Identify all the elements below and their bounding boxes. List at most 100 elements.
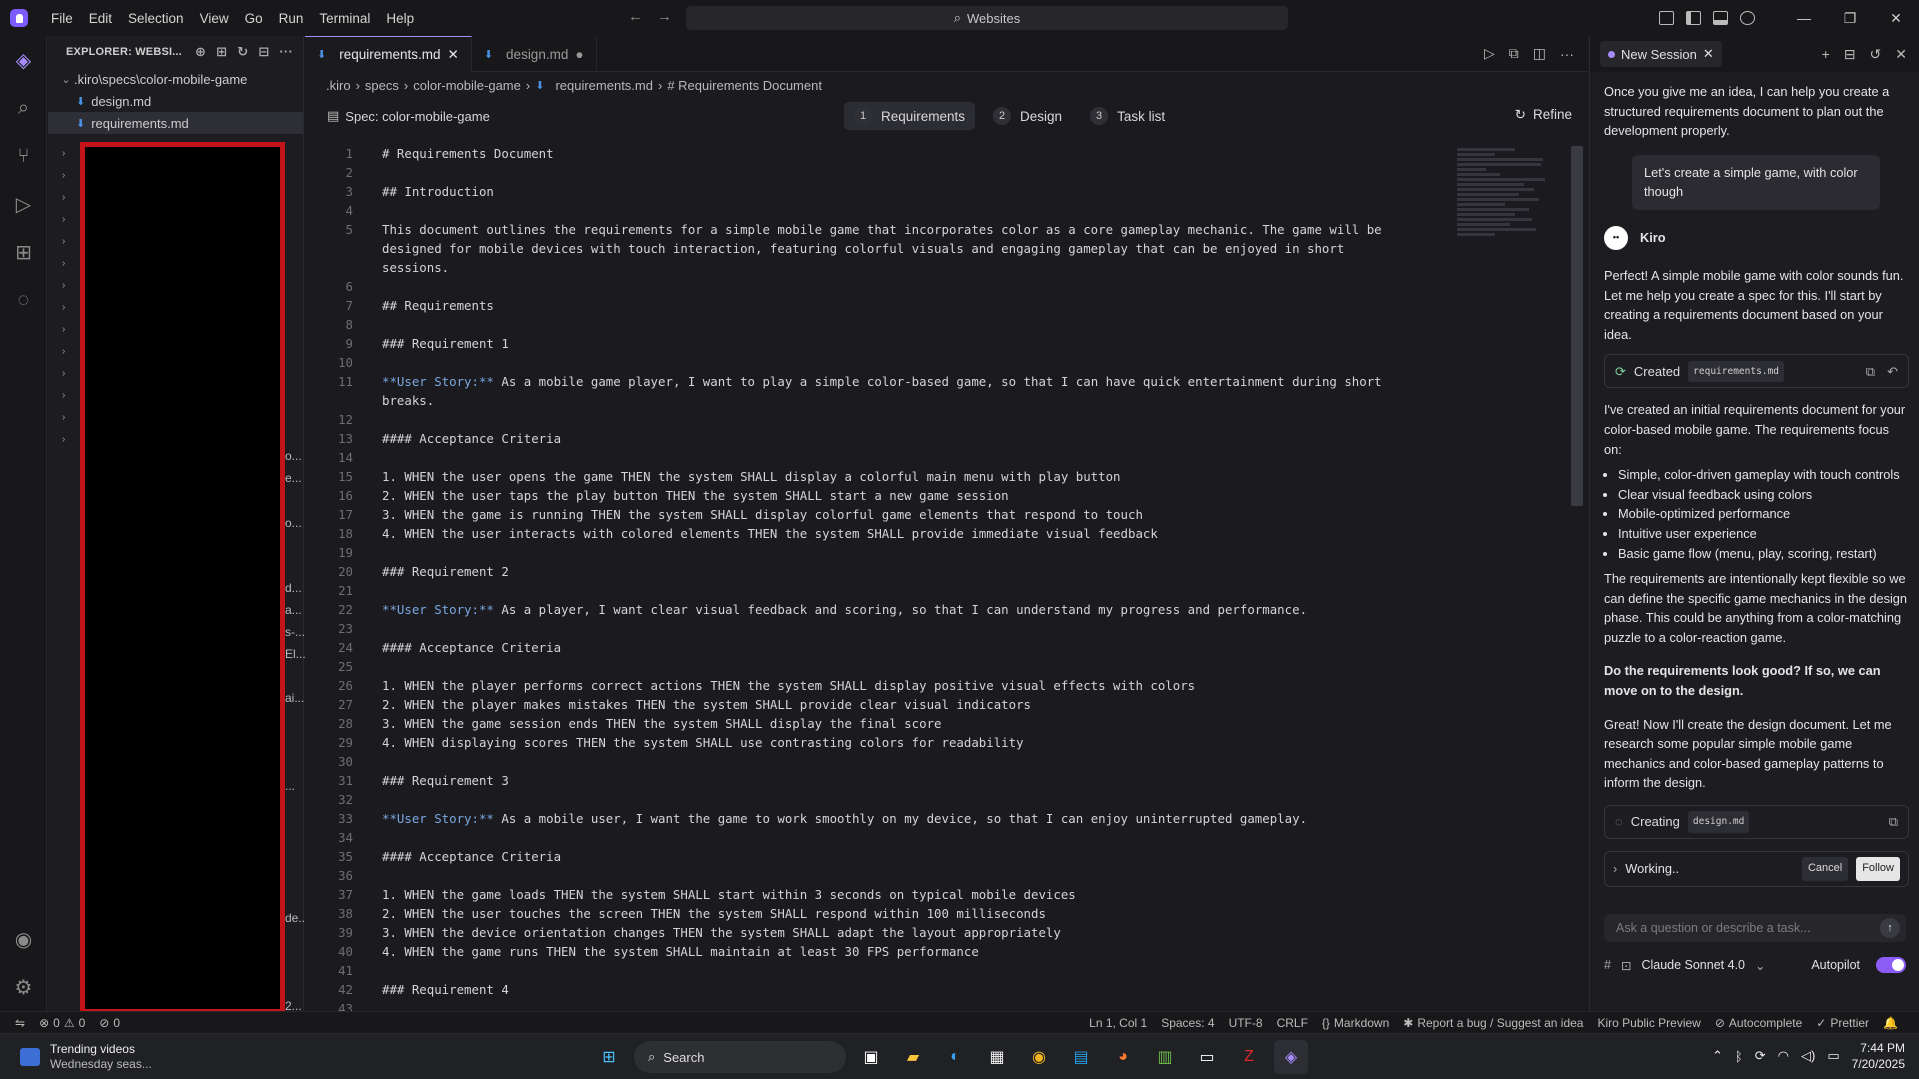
creating-file-card[interactable]: ◌ Creating design.md ⧉ [1604,805,1909,840]
more-icon[interactable]: ··· [279,44,293,60]
run-icon[interactable]: ▷ [1484,45,1495,62]
refine-button[interactable]: ↻ Refine [1515,107,1572,123]
customize-layout-icon[interactable] [1659,11,1674,25]
send-arrow-icon[interactable]: ↑ [1880,918,1900,938]
menu-selection[interactable]: Selection [121,7,191,30]
chat-session-tab[interactable]: New Session ✕ [1600,41,1722,67]
file-explorer-icon[interactable]: ▰ [896,1040,930,1074]
menu-edit[interactable]: Edit [82,7,119,30]
step-design[interactable]: 2 Design [983,102,1072,130]
menu-help[interactable]: Help [379,7,421,30]
refresh-icon[interactable]: ↻ [237,44,248,60]
store-icon[interactable]: ▦ [980,1040,1014,1074]
prettier[interactable]: ✓ Prettier [1809,1016,1876,1030]
history-icon[interactable]: ⊟ [1844,46,1856,63]
terminal-icon[interactable]: ▭ [1190,1040,1224,1074]
search-icon[interactable]: ⌕ [0,84,47,132]
run-debug-icon[interactable]: ▷ [0,180,47,228]
close-icon[interactable]: ✕ [448,47,459,63]
sync-icon[interactable]: ⟳ [1755,1048,1766,1064]
encoding[interactable]: UTF-8 [1222,1016,1270,1030]
bell-icon[interactable]: 🔔 [1876,1016,1905,1030]
diff-icon[interactable]: ⧉ [1889,812,1898,832]
menu-file[interactable]: File [44,7,80,30]
public-preview[interactable]: Kiro Public Preview [1590,1016,1707,1030]
minimize-button[interactable]: — [1781,0,1827,36]
account-icon[interactable]: ◉ [0,915,47,963]
source-control-icon[interactable]: ⑂ [0,132,47,180]
close-icon[interactable]: ✕ [1703,46,1714,62]
diff-icon[interactable]: ⧉ [1866,362,1875,382]
close-window-button[interactable]: ✕ [1873,0,1919,36]
code-editor[interactable]: 1 # Requirements Document 2 3 ## Introductio… [305,144,1465,1016]
plus-icon[interactable]: + [1822,46,1830,63]
chevron-up-icon[interactable]: ⌃ [1712,1048,1723,1064]
close-icon[interactable]: ✕ [1895,46,1907,63]
back-arrow-icon[interactable]: ← [628,8,643,25]
taskbar-search[interactable]: ⌕ Search [634,1041,846,1073]
breadcrumb-item[interactable]: color-mobile-game [413,78,521,93]
indentation[interactable]: Spaces: 4 [1154,1016,1221,1030]
tree-file-requirements[interactable]: ⬇ requirements.md [48,112,303,134]
widgets-button[interactable]: Trending videos Wednesday seas... [20,1042,152,1072]
volume-icon[interactable]: ◁) [1801,1048,1815,1064]
file-chip[interactable]: requirements.md [1688,360,1784,383]
firefox-icon[interactable]: ◕ [1106,1040,1140,1074]
collapse-all-icon[interactable]: ⊟ [258,44,269,60]
gear-icon[interactable]: ⚙ [0,963,47,1011]
ports-indicator[interactable]: ⊘ 0 [92,1016,127,1030]
model-selector[interactable]: Claude Sonnet 4.0 [1641,958,1745,972]
cancel-button[interactable]: Cancel [1801,857,1849,881]
preview-icon[interactable]: ⧉ [1509,45,1519,62]
tree-folder-root[interactable]: ⌄ .kiro\specs\color-mobile-game [48,68,303,90]
new-file-icon[interactable]: ⊕ [195,44,206,60]
cursor-position[interactable]: Ln 1, Col 1 [1082,1016,1154,1030]
chat-bubble-icon[interactable] [1740,11,1755,25]
more-icon[interactable]: ··· [1560,46,1574,62]
tab-design[interactable]: ⬇ design.md ● [472,36,597,72]
wifi-icon[interactable]: ◠ [1778,1048,1789,1064]
kiro-ghost-icon[interactable]: ◌ [0,276,47,324]
command-center[interactable]: ⌕ Websites [686,6,1288,30]
created-file-card[interactable]: ⟳ Created requirements.md ⧉ ↶ [1604,354,1909,389]
step-requirements[interactable]: 1 Requirements [844,102,976,130]
file-chip[interactable]: design.md [1687,811,1750,833]
image-icon[interactable]: ⊡ [1621,958,1631,973]
revert-icon[interactable]: ↶ [1887,362,1898,382]
bluetooth-icon[interactable]: ᛒ [1735,1049,1743,1064]
minimap[interactable] [1457,146,1553,276]
tree-file-design[interactable]: ⬇ design.md [48,90,303,112]
kiro-icon[interactable]: ◈ [0,36,47,84]
follow-button[interactable]: Follow [1856,857,1900,881]
breadcrumb-item[interactable]: # Requirements Document [667,78,822,93]
edge-icon[interactable]: ◐ [938,1040,972,1074]
chrome-icon[interactable]: ◉ [1022,1040,1056,1074]
battery-icon[interactable]: ▭ [1827,1048,1839,1064]
breadcrumb-item[interactable]: specs [365,78,399,93]
forward-arrow-icon[interactable]: → [657,8,672,25]
new-folder-icon[interactable]: ⊞ [216,44,227,60]
task-view-icon[interactable]: ▣ [854,1040,888,1074]
restore-icon[interactable]: ↺ [1870,46,1882,63]
remote-icon[interactable]: ⇋ [8,1016,32,1030]
breadcrumb-item[interactable]: .kiro [326,78,351,93]
report-bug[interactable]: ✱ Report a bug / Suggest an idea [1396,1016,1590,1030]
notepad-icon[interactable]: ▤ [1064,1040,1098,1074]
editor-scrollbar[interactable] [1571,146,1583,506]
chevron-down-icon[interactable]: ⌄ [1755,958,1765,973]
clock[interactable]: 7:44 PM 7/20/2025 [1852,1040,1905,1072]
windows-start-icon[interactable]: ⊞ [592,1040,626,1074]
line-ending[interactable]: CRLF [1270,1016,1315,1030]
filezilla-icon[interactable]: Z [1232,1040,1266,1074]
tab-requirements[interactable]: ⬇ requirements.md ✕ [305,36,472,72]
menu-terminal[interactable]: Terminal [312,7,377,30]
menu-run[interactable]: Run [272,7,311,30]
breadcrumb-item[interactable]: requirements.md [555,78,653,93]
autocomplete[interactable]: ⊘ Autocomplete [1708,1016,1809,1030]
hash-icon[interactable]: # [1604,958,1611,972]
problems-indicator[interactable]: ⊗ 0 ⚠ 0 [32,1016,92,1030]
kiro-taskbar-icon[interactable]: ◈ [1274,1040,1308,1074]
menu-view[interactable]: View [193,7,236,30]
split-editor-icon[interactable]: ◫ [1533,45,1546,62]
extensions-icon[interactable]: ⊞ [0,228,47,276]
